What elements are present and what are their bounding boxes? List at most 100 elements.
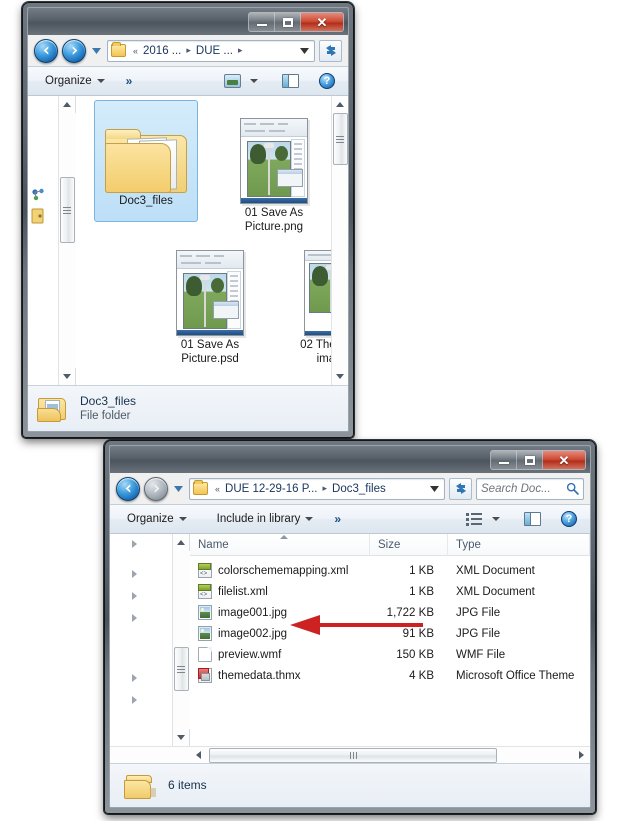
window2-recent-pages-button[interactable]	[172, 479, 185, 499]
window1-caption-buttons[interactable]: ✕	[248, 12, 344, 32]
window2-caption-buttons[interactable]: ✕	[490, 450, 586, 470]
file-list-rows[interactable]: colorschememapping.xml 1 KB XML Document…	[190, 556, 590, 746]
window2-title-bar[interactable]: ✕	[110, 446, 590, 473]
window2-help-button[interactable]: ?	[554, 508, 584, 530]
window2-navpane-scrollbar[interactable]	[172, 534, 190, 746]
tree-expand-icon[interactable]	[132, 592, 137, 600]
column-header-type[interactable]: Type	[448, 534, 590, 556]
window1-file-list-icons[interactable]: Doc3_files 01 Save As Picture.png 01 Sav…	[76, 96, 331, 385]
breadcrumb-separator-2[interactable]: ▸	[234, 45, 247, 56]
window2-file-list[interactable]: Name Size Type <> colorschememapping.xml…	[190, 534, 590, 746]
window2-view-button[interactable]	[459, 510, 507, 529]
window2-include-in-library-button[interactable]: Include in library	[210, 510, 321, 528]
breadcrumb-overflow[interactable]: «	[211, 484, 224, 494]
window2-navigation-pane[interactable]	[110, 534, 190, 746]
window1-view-button[interactable]	[217, 71, 265, 91]
window2-search-input[interactable]: Search Doc...	[476, 477, 584, 500]
file-item-folder[interactable]: Doc3_files	[94, 100, 198, 222]
tree-expand-icon[interactable]	[132, 540, 137, 548]
content-scroll-up-button[interactable]	[332, 96, 349, 113]
window2-close-button[interactable]: ✕	[543, 451, 585, 469]
explorer-window-doc3-files[interactable]: ✕ « DUE 12-29-16 P... ▸ Doc3_files Searc…	[104, 440, 596, 814]
window1-navigation-tree[interactable]	[28, 96, 58, 385]
tree-expand-icon[interactable]	[132, 570, 137, 578]
navpane-scroll-thumb[interactable]	[59, 177, 75, 243]
window1-content-scrollbar[interactable]	[331, 96, 348, 385]
window1-recent-pages-button[interactable]	[90, 41, 103, 61]
tree-expand-icon[interactable]	[132, 614, 137, 622]
window2-refresh-button[interactable]	[449, 477, 472, 500]
tree-expand-icon[interactable]	[132, 674, 137, 682]
breadcrumb-crumb-2[interactable]: Doc3_files	[331, 483, 387, 495]
breadcrumb-separator-1[interactable]: ▸	[319, 483, 332, 494]
file-item-psd[interactable]: 01 Save As Picture.psd	[158, 232, 262, 366]
window2-address-bar[interactable]: « DUE 12-29-16 P... ▸ Doc3_files	[189, 477, 445, 500]
window1-forward-button[interactable]	[62, 38, 86, 63]
navpane-scroll-up-button[interactable]	[59, 96, 76, 113]
window1-navpane-scrollbar[interactable]	[58, 96, 76, 385]
window1-help-button[interactable]: ?	[312, 70, 342, 92]
window1-navigation-pane[interactable]	[28, 96, 76, 385]
window1-organize-button[interactable]: Organize	[38, 72, 112, 90]
hscroll-track[interactable]	[207, 747, 573, 764]
navpane-scroll-down-button[interactable]	[173, 729, 190, 746]
window1-icon-grid[interactable]: Doc3_files 01 Save As Picture.png 01 Sav…	[76, 96, 331, 385]
navpane-scroll-thumb[interactable]	[173, 647, 189, 691]
window2-toolbar[interactable]: Organize Include in library » ?	[110, 504, 590, 534]
column-header-size[interactable]: Size	[370, 534, 448, 556]
window1-refresh-button[interactable]	[319, 39, 342, 62]
window2-breadcrumb[interactable]: « DUE 12-29-16 P... ▸ Doc3_files	[211, 483, 426, 495]
window1-minimize-button[interactable]	[249, 13, 275, 31]
content-scroll-thumb[interactable]	[332, 113, 348, 165]
explorer-window-parent-folder[interactable]: ✕ « 2016 ... ▸ DUE ... ▸ Organize » ? Do…	[22, 2, 354, 438]
hscroll-right-button[interactable]	[573, 747, 590, 764]
breadcrumb-crumb-1[interactable]: DUE 12-29-16 P...	[224, 483, 318, 495]
window1-address-row[interactable]: « 2016 ... ▸ DUE ... ▸	[28, 35, 348, 66]
breadcrumb-crumb-1[interactable]: 2016 ...	[142, 45, 182, 57]
table-row[interactable]: preview.wmf 150 KB WMF File	[190, 644, 590, 665]
table-row[interactable]: colorschememapping.xml 1 KB XML Document	[190, 560, 590, 581]
window2-minimize-button[interactable]	[491, 451, 517, 469]
content-scroll-down-button[interactable]	[332, 368, 349, 385]
window1-title-bar[interactable]: ✕	[28, 8, 348, 35]
table-row[interactable]: filelist.xml 1 KB XML Document	[190, 581, 590, 602]
window1-back-button[interactable]	[34, 38, 58, 63]
window2-overflow-button[interactable]: »	[322, 509, 348, 529]
content-scroll-track[interactable]	[331, 113, 348, 368]
window2-organize-button[interactable]: Organize	[120, 510, 194, 528]
navpane-scroll-track[interactable]	[58, 113, 76, 368]
window1-address-dropdown[interactable]	[296, 47, 312, 54]
window1-address-bar[interactable]: « 2016 ... ▸ DUE ... ▸	[107, 39, 315, 62]
table-row[interactable]: image001.jpg 1,722 KB JPG File	[190, 602, 590, 623]
window1-breadcrumb[interactable]: « 2016 ... ▸ DUE ... ▸	[129, 45, 296, 57]
window1-toolbar[interactable]: Organize » ?	[28, 66, 348, 96]
table-row[interactable]: image002.jpg 91 KB JPG File	[190, 623, 590, 644]
breadcrumb-crumb-2[interactable]: DUE ...	[195, 45, 234, 57]
window2-horizontal-scrollbar[interactable]	[110, 746, 590, 763]
hscroll-left-button[interactable]	[190, 747, 207, 764]
file-item-original[interactable]: 02 The original image is	[286, 232, 331, 366]
window2-address-dropdown[interactable]	[426, 485, 442, 492]
file-name: preview.wmf	[218, 648, 282, 661]
table-row[interactable]: themedata.thmx 4 KB Microsoft Office The…	[190, 665, 590, 686]
window1-overflow-button[interactable]: »	[114, 71, 140, 91]
navpane-scroll-down-button[interactable]	[59, 368, 76, 385]
navpane-scroll-up-button[interactable]	[173, 534, 190, 551]
window2-preview-pane-button[interactable]	[517, 509, 548, 529]
window1-maximize-button[interactable]	[275, 13, 301, 31]
column-header-name[interactable]: Name	[190, 534, 370, 556]
file-list-header[interactable]: Name Size Type	[190, 534, 590, 556]
window2-back-button[interactable]	[116, 476, 140, 501]
navpane-scroll-track[interactable]	[172, 551, 190, 729]
window1-close-button[interactable]: ✕	[301, 13, 343, 31]
breadcrumb-separator-1[interactable]: ▸	[182, 45, 195, 56]
file-item-png[interactable]: 01 Save As Picture.png	[222, 100, 326, 234]
window2-maximize-button[interactable]	[517, 451, 543, 469]
hscroll-thumb[interactable]	[209, 747, 497, 763]
window1-preview-pane-button[interactable]	[275, 71, 306, 91]
window2-navigation-tree[interactable]	[110, 534, 172, 746]
tree-expand-icon[interactable]	[132, 696, 137, 704]
breadcrumb-overflow[interactable]: «	[129, 46, 142, 56]
window2-address-row[interactable]: « DUE 12-29-16 P... ▸ Doc3_files Search …	[110, 473, 590, 504]
preview-pane-icon	[524, 512, 541, 526]
